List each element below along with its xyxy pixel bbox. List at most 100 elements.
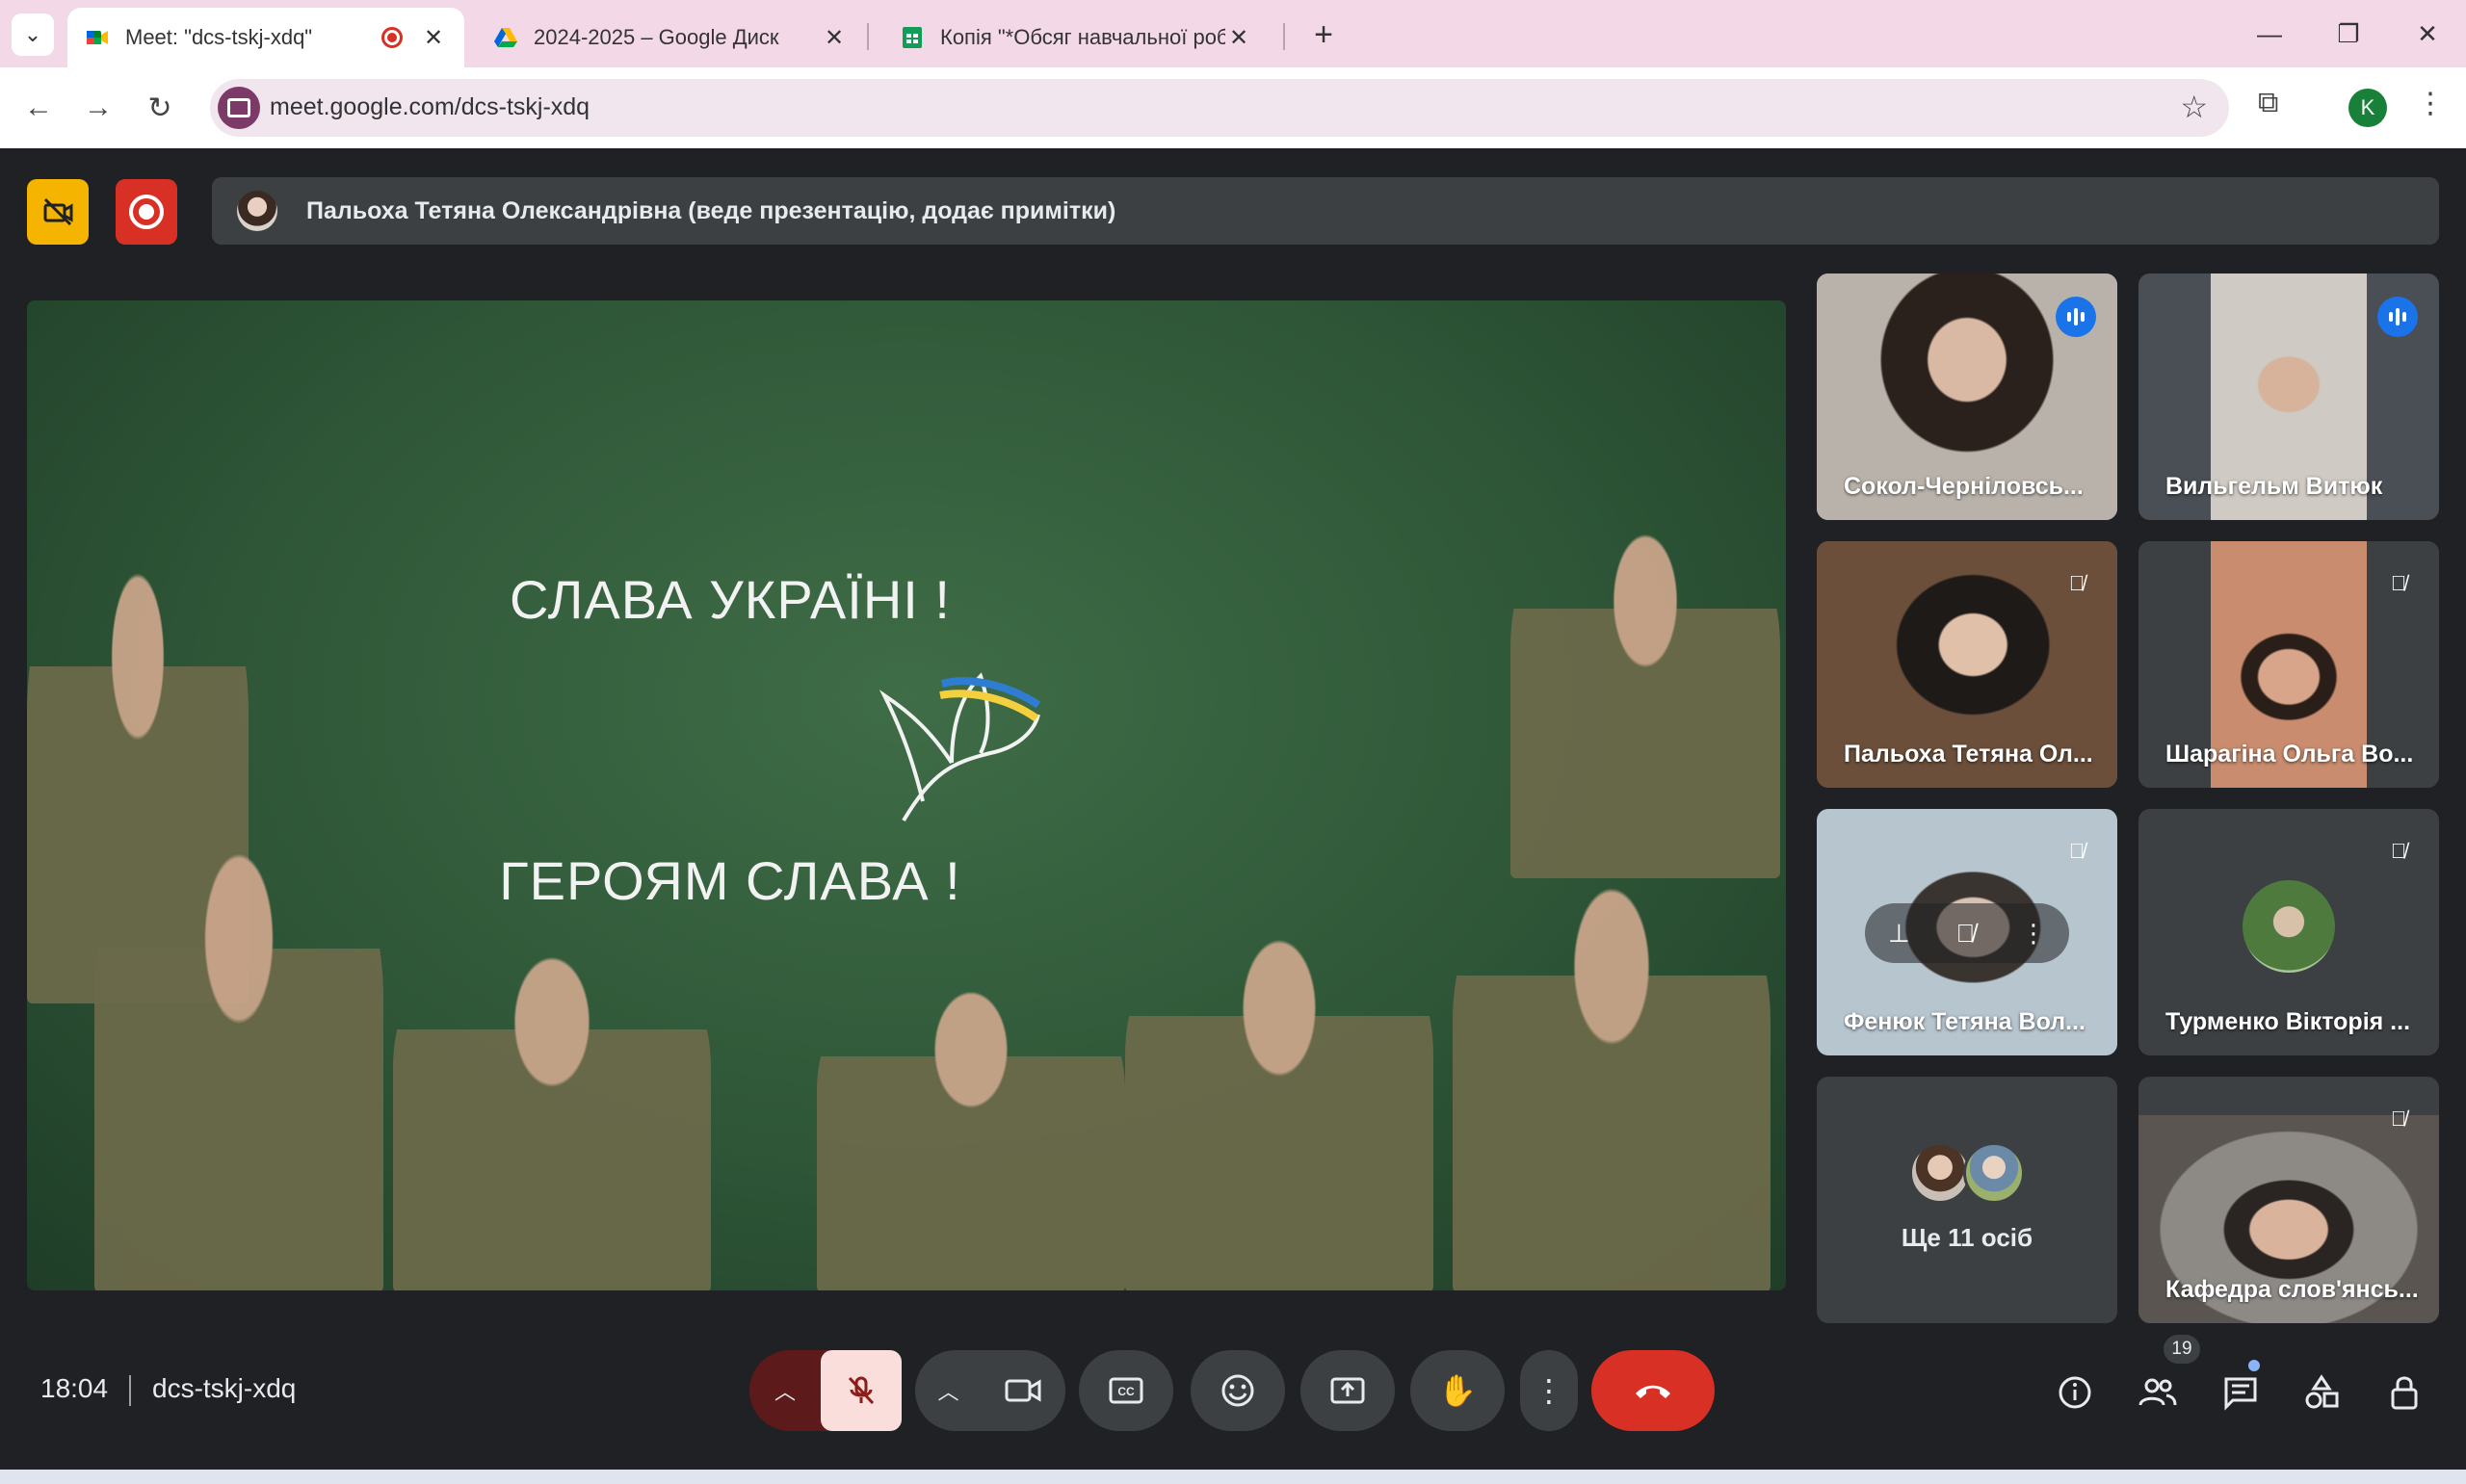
host-controls-button[interactable] xyxy=(2379,1367,2429,1418)
recording-icon xyxy=(381,27,403,48)
participant-tile[interactable]: Сокол-Черніловсь... xyxy=(1817,273,2117,520)
people-icon xyxy=(2138,1378,2177,1406)
end-call-button[interactable] xyxy=(1591,1350,1715,1431)
avatar xyxy=(2243,880,2335,973)
presenter-text: Пальоха Тетяна Олександрівна (веде презе… xyxy=(306,196,1116,224)
participant-name: Фенюк Тетяна Вол... xyxy=(1844,1008,2086,1035)
menu-icon[interactable]: ⋮ xyxy=(2416,87,2445,120)
tab-sheets[interactable]: Копія "*Обсяг навчальної роб ✕ xyxy=(882,8,1270,67)
close-icon[interactable]: ✕ xyxy=(1225,24,1252,52)
mic-off-icon: 🎙̸ xyxy=(2390,1106,2407,1131)
emoji-button[interactable] xyxy=(1191,1350,1285,1431)
chat-notification-dot xyxy=(2248,1360,2260,1371)
present-button[interactable] xyxy=(1300,1350,1395,1431)
participant-name: Турменко Вікторія ... xyxy=(2165,1008,2411,1035)
camera-off-icon xyxy=(43,197,73,226)
mic-control-group: ︿ xyxy=(749,1350,902,1431)
reload-button[interactable]: ↻ xyxy=(137,85,183,131)
star-icon[interactable]: ☆ xyxy=(2180,89,2208,125)
participant-tile[interactable]: Вильгельм Витюк xyxy=(2138,273,2439,520)
forward-button[interactable]: → xyxy=(75,85,121,131)
participant-name: Кафедра слов'янсь... xyxy=(2165,1276,2419,1303)
back-button[interactable]: ← xyxy=(15,85,62,131)
tile-hover-controls: ⊥ 🎙̸ ⋮ xyxy=(1865,903,2069,963)
camera-control-group: ︿ xyxy=(915,1350,1065,1431)
meeting-info-button[interactable] xyxy=(2050,1367,2100,1418)
close-icon: ✕ xyxy=(2417,18,2438,48)
info-icon xyxy=(2059,1376,2091,1409)
meeting-time: 18:04 xyxy=(40,1373,109,1403)
raise-hand-icon: ✋ xyxy=(1438,1373,1477,1408)
close-icon[interactable]: ✕ xyxy=(420,24,447,52)
tab-drive[interactable]: 2024-2025 – Google Диск ✕ xyxy=(476,8,865,67)
captions-icon: CC xyxy=(1109,1377,1143,1404)
audio-options-button[interactable]: ︿ xyxy=(749,1375,821,1406)
participant-name: Сокол-Черніловсь... xyxy=(1844,473,2084,500)
more-options-button[interactable]: ⋮ xyxy=(1520,1350,1578,1431)
new-tab-button[interactable]: + xyxy=(1302,13,1345,56)
video-options-button[interactable]: ︿ xyxy=(937,1375,958,1406)
chevron-down-icon: ⌄ xyxy=(23,22,42,46)
tab-meet[interactable]: Meet: "dcs-tskj-xdq" ✕ xyxy=(67,8,464,67)
presentation-screen[interactable]: СЛАВА УКРАЇНІ ! ГЕРОЯМ СЛАВА ! xyxy=(27,300,1786,1290)
minimize-icon: — xyxy=(2257,18,2282,48)
participant-tile[interactable]: 🎙̸ Кафедра слов'янсь... xyxy=(2138,1077,2439,1323)
reload-icon: ↻ xyxy=(147,91,172,124)
site-info-icon[interactable] xyxy=(218,87,260,129)
recording-badge[interactable] xyxy=(116,179,177,245)
people-button[interactable] xyxy=(2133,1367,2183,1418)
tab-title: 2024-2025 – Google Диск xyxy=(534,25,779,49)
os-taskbar xyxy=(0,1470,2466,1484)
camera-icon[interactable] xyxy=(1004,1374,1042,1407)
mic-off-icon: 🎙̸ xyxy=(2390,839,2407,863)
avatar-stack xyxy=(1909,1142,2025,1204)
present-icon xyxy=(1330,1377,1365,1404)
raise-hand-button[interactable]: ✋ xyxy=(1410,1350,1505,1431)
more-vert-icon: ⋮ xyxy=(1534,1373,1564,1408)
chat-button[interactable] xyxy=(2216,1367,2266,1418)
more-participants-label: Ще 11 осіб xyxy=(1901,1223,2033,1252)
sheets-favicon xyxy=(903,27,922,48)
participant-tile[interactable]: 🎙̸ ⊥ 🎙̸ ⋮ Фенюк Тетяна Вол... xyxy=(1817,809,2117,1055)
pin-icon[interactable]: ⊥ xyxy=(1888,919,1910,949)
host-controls-icon xyxy=(2391,1376,2418,1410)
meet-favicon xyxy=(87,31,108,44)
more-participants-tile[interactable]: Ще 11 осіб xyxy=(1817,1077,2117,1323)
mic-off-icon: 🎙̸ xyxy=(2068,571,2086,595)
photo-soldier xyxy=(393,917,711,1290)
extensions-icon[interactable]: ⧉ xyxy=(2258,87,2278,119)
profile-avatar[interactable]: K xyxy=(2348,89,2387,127)
recording-icon xyxy=(129,195,164,229)
close-window-button[interactable]: ✕ xyxy=(2399,10,2456,58)
speaking-indicator-icon xyxy=(2056,297,2096,337)
address-bar[interactable]: meet.google.com/dcs-tskj-xdq ☆ xyxy=(210,79,2229,137)
tab-title: Meet: "dcs-tskj-xdq" xyxy=(125,25,313,49)
restore-button[interactable]: ❐ xyxy=(2320,10,2377,58)
url-text: meet.google.com/dcs-tskj-xdq xyxy=(270,93,590,120)
close-icon[interactable]: ✕ xyxy=(821,24,848,52)
slide-top-text: СЛАВА УКРАЇНІ ! xyxy=(510,569,951,630)
browser-tab-strip: ⌄ Meet: "dcs-tskj-xdq" ✕ 2024-2025 – Goo… xyxy=(0,0,2466,67)
mic-toggle-button[interactable] xyxy=(821,1350,902,1431)
participant-name: Пальоха Тетяна Ол... xyxy=(1844,741,2093,768)
emoji-icon xyxy=(1221,1374,1254,1407)
tab-separator xyxy=(867,23,869,50)
chat-icon xyxy=(2224,1377,2257,1411)
participant-tile[interactable]: 🎙̸ Пальоха Тетяна Ол... xyxy=(1817,541,2117,788)
captions-button[interactable]: CC xyxy=(1079,1350,1173,1431)
photo-soldier xyxy=(1125,898,1433,1290)
participant-name: Шарагіна Ольга Во... xyxy=(2165,741,2414,768)
drive-favicon xyxy=(494,28,517,47)
back-arrow-icon: ← xyxy=(24,91,53,123)
tab-title: Копія "*Обсяг навчальної роб xyxy=(940,25,1225,49)
participant-tile[interactable]: 🎙̸ Шарагіна Ольга Во... xyxy=(2138,541,2439,788)
more-vert-icon[interactable]: ⋮ xyxy=(2021,919,2046,949)
minimize-button[interactable]: — xyxy=(2241,10,2298,58)
slide-bottom-text: ГЕРОЯМ СЛАВА ! xyxy=(499,850,961,911)
camera-off-badge[interactable] xyxy=(27,179,89,245)
activities-button[interactable] xyxy=(2296,1367,2347,1418)
tab-separator xyxy=(1283,23,1285,50)
participant-tile[interactable]: 🎙̸ Турменко Вікторія ... xyxy=(2138,809,2439,1055)
tab-search-button[interactable]: ⌄ xyxy=(12,13,54,56)
mic-off-icon[interactable]: 🎙̸ xyxy=(1956,919,1976,949)
